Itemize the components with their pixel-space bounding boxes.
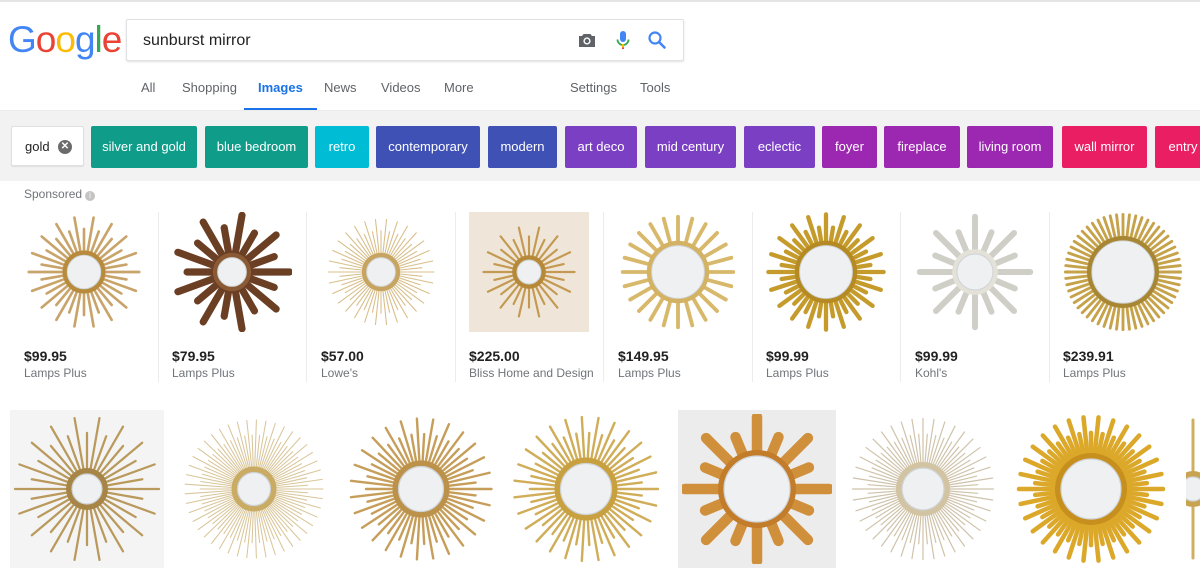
- sunburst-mirror-image[interactable]: [1063, 212, 1183, 332]
- product-store[interactable]: Lamps Plus: [766, 366, 829, 380]
- logo-letter: g: [74, 19, 96, 60]
- chip-label: gold: [25, 139, 50, 154]
- product-divider: [306, 212, 307, 382]
- product-store[interactable]: Lamps Plus: [618, 366, 681, 380]
- product-price: $225.00: [469, 348, 520, 364]
- google-logo[interactable]: Google: [8, 18, 123, 62]
- tab-tools[interactable]: Tools: [640, 70, 670, 108]
- sponsored-label: Sponsored i: [24, 187, 96, 201]
- chip-gold[interactable]: gold ✕: [11, 126, 84, 166]
- search-input[interactable]: [141, 20, 565, 62]
- image-result[interactable]: [1016, 410, 1166, 568]
- sunburst-mirror-image[interactable]: [682, 414, 832, 564]
- image-result[interactable]: [348, 410, 494, 568]
- sunburst-mirror-image[interactable]: [848, 414, 998, 564]
- product-store[interactable]: Lowe's: [321, 366, 358, 380]
- image-result[interactable]: [512, 410, 660, 568]
- chip-art-deco[interactable]: art deco: [565, 126, 637, 168]
- chip-fireplace[interactable]: fireplace: [884, 126, 960, 168]
- product-divider: [900, 212, 901, 382]
- image-result[interactable]: [678, 410, 836, 568]
- product-divider: [158, 212, 159, 382]
- sunburst-mirror-image[interactable]: [915, 212, 1035, 332]
- image-result[interactable]: [1186, 410, 1200, 568]
- product-price: $99.99: [766, 348, 809, 364]
- sunburst-mirror-image[interactable]: [24, 212, 144, 332]
- sunburst-mirror-image[interactable]: [766, 212, 886, 332]
- logo-letter: G: [8, 19, 37, 60]
- tab-all[interactable]: All: [141, 70, 155, 108]
- product-card[interactable]: $79.95 Lamps Plus: [172, 212, 320, 382]
- sunburst-mirror-image[interactable]: [469, 212, 589, 332]
- tab-settings[interactable]: Settings: [570, 70, 617, 108]
- product-price: $239.91: [1063, 348, 1114, 364]
- product-price: $79.95: [172, 348, 215, 364]
- tab-videos[interactable]: Videos: [381, 70, 421, 108]
- chip-retro[interactable]: retro: [315, 126, 369, 168]
- product-card[interactable]: $149.95 Lamps Plus: [618, 212, 766, 382]
- sunburst-mirror-image[interactable]: [172, 212, 292, 332]
- logo-letter: e: [101, 19, 123, 60]
- product-card[interactable]: $99.99 Kohl's: [915, 212, 1063, 382]
- chip-modern[interactable]: modern: [488, 126, 557, 168]
- chip-wall-mirror[interactable]: wall mirror: [1062, 126, 1147, 168]
- image-result[interactable]: [10, 410, 164, 568]
- chip-blue-bedroom[interactable]: blue bedroom: [205, 126, 308, 168]
- sunburst-mirror-image[interactable]: [618, 212, 738, 332]
- sunburst-mirror-image[interactable]: [1016, 414, 1166, 564]
- product-store[interactable]: Lamps Plus: [1063, 366, 1126, 380]
- search-box[interactable]: [126, 19, 684, 62]
- product-price: $149.95: [618, 348, 669, 364]
- product-divider: [1049, 212, 1050, 382]
- product-store[interactable]: Bliss Home and Design: [469, 366, 594, 380]
- product-divider: [752, 212, 753, 382]
- sunburst-mirror-image[interactable]: [12, 414, 162, 564]
- tab-shopping[interactable]: Shopping: [182, 70, 237, 108]
- tab-news[interactable]: News: [324, 70, 357, 108]
- tab-more[interactable]: More: [444, 70, 474, 108]
- product-price: $99.99: [915, 348, 958, 364]
- tab-images[interactable]: Images: [244, 70, 317, 111]
- product-card[interactable]: $99.95 Lamps Plus: [24, 212, 172, 382]
- chip-mid-century[interactable]: mid century: [645, 126, 736, 168]
- related-chips-bar: gold ✕ silver and gold blue bedroom retr…: [0, 111, 1200, 181]
- product-card[interactable]: $57.00 Lowe's: [321, 212, 469, 382]
- logo-letter: o: [55, 19, 76, 60]
- product-card[interactable]: $99.99 Lamps Plus: [766, 212, 914, 382]
- info-icon[interactable]: i: [85, 191, 96, 201]
- logo-letter: l: [94, 19, 103, 60]
- top-border: [0, 0, 1200, 2]
- product-card[interactable]: $225.00 Bliss Home and Design: [469, 212, 617, 382]
- logo-letter: o: [35, 19, 57, 60]
- chip-eclectic[interactable]: eclectic: [744, 126, 815, 168]
- product-divider: [455, 212, 456, 382]
- product-price: $99.95: [24, 348, 67, 364]
- sunburst-mirror-image[interactable]: [1186, 414, 1200, 564]
- sunburst-mirror-image[interactable]: [180, 414, 328, 564]
- sunburst-mirror-image[interactable]: [512, 414, 660, 564]
- product-store[interactable]: Kohl's: [915, 366, 947, 380]
- image-result[interactable]: [180, 410, 328, 568]
- chip-entry[interactable]: entry: [1155, 126, 1200, 168]
- close-icon[interactable]: ✕: [58, 140, 72, 154]
- chip-silver-and-gold[interactable]: silver and gold: [91, 126, 197, 168]
- sunburst-mirror-image[interactable]: [348, 414, 494, 564]
- chip-contemporary[interactable]: contemporary: [376, 126, 480, 168]
- product-store[interactable]: Lamps Plus: [24, 366, 87, 380]
- product-card[interactable]: $239.91 Lamps Plus: [1063, 212, 1200, 382]
- chip-living-room[interactable]: living room: [967, 126, 1053, 168]
- camera-icon[interactable]: [575, 28, 599, 52]
- search-icon[interactable]: [645, 28, 669, 52]
- product-divider: [603, 212, 604, 382]
- chip-foyer[interactable]: foyer: [822, 126, 877, 168]
- image-result[interactable]: [848, 410, 998, 568]
- sunburst-mirror-image[interactable]: [321, 212, 441, 332]
- microphone-icon[interactable]: [611, 28, 635, 52]
- product-price: $57.00: [321, 348, 364, 364]
- search-tabs: All Shopping Images News Videos More Set…: [0, 70, 1200, 111]
- product-store[interactable]: Lamps Plus: [172, 366, 235, 380]
- sponsored-text: Sponsored: [24, 187, 83, 201]
